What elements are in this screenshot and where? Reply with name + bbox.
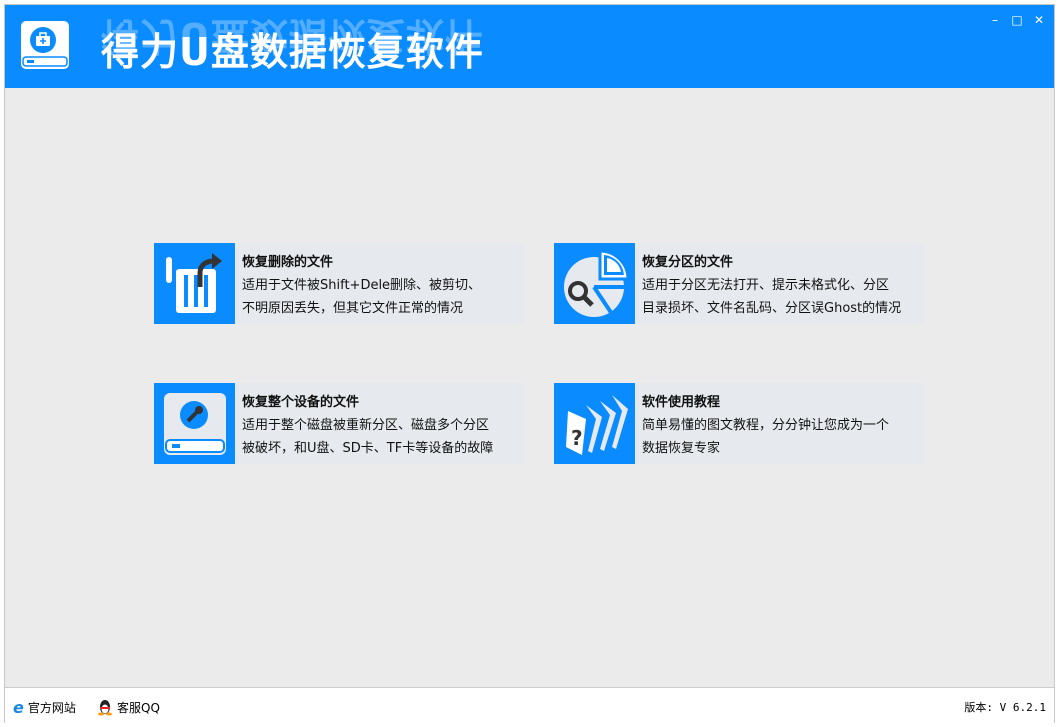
recover-partition-files-card[interactable]: 恢复分区的文件 适用于分区无法打开、提示未格式化、分区 目录损坏、文件名乱码、分…: [554, 243, 924, 324]
card-title: 软件使用教程: [642, 395, 721, 410]
minimize-button[interactable]: –: [988, 13, 1002, 27]
disk-repair-icon: [164, 393, 226, 455]
maximize-button[interactable]: □: [1010, 13, 1024, 27]
tutorial-card[interactable]: ? 软件使用教程 简单易懂的图文教程，分分钟让您成为一个 数据恢复专家: [554, 383, 924, 464]
app-window: 得力U盘数据恢复软件 得力U盘数据恢复软件 – □ ✕ 恢复删除的文件 适用于文…: [4, 4, 1055, 723]
app-title-reflection: 得力U盘数据恢复软件: [101, 14, 484, 58]
official-website-label: 官方网站: [27, 701, 76, 715]
svg-text:?: ?: [571, 426, 583, 450]
card-title: 恢复整个设备的文件: [242, 395, 360, 410]
card-desc-line1: 适用于文件被Shift+Dele删除、被剪切、: [242, 278, 482, 293]
card-desc-line1: 适用于分区无法打开、提示未格式化、分区: [642, 278, 890, 293]
customer-qq-link[interactable]: 客服QQ: [97, 698, 160, 716]
close-button[interactable]: ✕: [1032, 13, 1046, 27]
version-label: 版本: V 6.2.1: [964, 701, 1046, 714]
tutorial-icon: ?: [566, 395, 628, 455]
usb-medical-logo-icon: [21, 21, 69, 69]
card-desc-line2: 被破坏，和U盘、SD卡、TF卡等设备的故障: [242, 441, 494, 456]
card-desc-line1: 简单易懂的图文教程，分分钟让您成为一个: [642, 418, 890, 433]
card-desc-line1: 适用于整个磁盘被重新分区、磁盘多个分区: [242, 418, 490, 433]
header: 得力U盘数据恢复软件 得力U盘数据恢复软件 – □ ✕: [5, 5, 1054, 88]
status-bar: e 官方网站 客服QQ 版本: V 6.2.1: [5, 687, 1054, 723]
partition-search-icon: [564, 249, 630, 319]
customer-qq-label: 客服QQ: [117, 700, 160, 715]
trash-restore-icon: [166, 253, 222, 313]
card-title: 恢复删除的文件: [242, 255, 334, 270]
card-title: 恢复分区的文件: [642, 255, 734, 270]
recover-device-files-card[interactable]: 恢复整个设备的文件 适用于整个磁盘被重新分区、磁盘多个分区 被破坏，和U盘、SD…: [154, 383, 524, 464]
ie-browser-icon: e: [13, 698, 24, 717]
card-desc-line2: 不明原因丢失，但其它文件正常的情况: [242, 301, 464, 316]
qq-penguin-icon: [98, 700, 112, 716]
official-website-link[interactable]: e 官方网站: [13, 698, 76, 717]
card-desc-line2: 数据恢复专家: [642, 441, 721, 456]
recover-deleted-files-card[interactable]: 恢复删除的文件 适用于文件被Shift+Dele删除、被剪切、 不明原因丢失，但…: [154, 243, 524, 324]
card-desc-line2: 目录损坏、文件名乱码、分区误Ghost的情况: [642, 301, 902, 316]
